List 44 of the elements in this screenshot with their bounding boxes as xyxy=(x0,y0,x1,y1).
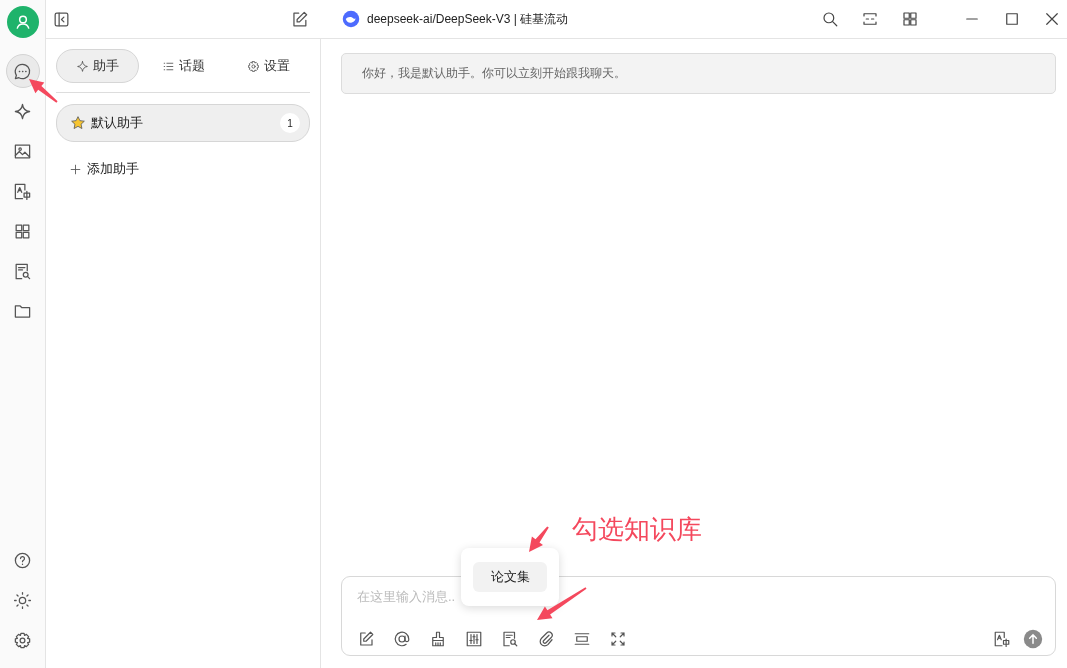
new-chat-icon[interactable] xyxy=(290,9,309,29)
annotation-text: 勾选知识库 xyxy=(572,513,702,546)
document-search-icon xyxy=(13,261,32,281)
annotation-arrow xyxy=(29,79,58,103)
translate-icon[interactable] xyxy=(993,630,1011,648)
annotation-arrow xyxy=(537,587,587,620)
edit-icon[interactable] xyxy=(357,630,375,648)
sparkle-icon xyxy=(13,101,32,121)
greeting-message: 你好，我是默认助手。你可以立刻开始跟我聊天。 xyxy=(341,53,1056,94)
at-icon[interactable] xyxy=(393,630,411,648)
sparkle-icon xyxy=(76,59,89,73)
count-badge: 1 xyxy=(280,113,300,133)
star-icon xyxy=(70,115,86,131)
search-icon[interactable] xyxy=(821,10,839,28)
translate-icon xyxy=(13,181,32,201)
help-icon[interactable] xyxy=(13,550,32,570)
tab[interactable]: 话题 xyxy=(141,49,225,83)
knowledge-base-icon[interactable] xyxy=(501,630,519,648)
grid-icon[interactable] xyxy=(901,10,919,28)
chat-bubble-icon xyxy=(13,61,32,81)
collapse-icon[interactable] xyxy=(573,630,591,648)
tab[interactable]: 助手 xyxy=(56,49,139,83)
paperclip-icon[interactable] xyxy=(537,630,555,648)
settings-icon xyxy=(247,59,260,73)
tab[interactable]: 设置 xyxy=(227,49,310,83)
knowledge-base-option[interactable]: 论文集 xyxy=(473,562,547,592)
fit-screen-icon[interactable] xyxy=(861,10,879,28)
settings-icon[interactable] xyxy=(13,630,32,650)
annotation-arrow xyxy=(529,526,549,552)
expand-icon[interactable] xyxy=(609,630,627,648)
maximize-icon[interactable] xyxy=(1003,10,1021,28)
close-icon[interactable] xyxy=(1043,10,1061,28)
chat-bubble-button[interactable] xyxy=(5,54,40,88)
send-button[interactable] xyxy=(1023,629,1043,649)
model-logo-icon xyxy=(342,10,360,28)
avatar-icon[interactable] xyxy=(6,6,39,38)
assistant-item[interactable]: 默认助手 1 xyxy=(56,104,310,142)
model-title[interactable]: deepseek-ai/DeepSeek-V3 | 硅基流动 xyxy=(367,10,569,28)
broom-icon[interactable] xyxy=(429,630,447,648)
assistant-name: 默认助手 xyxy=(91,114,144,132)
sliders-icon[interactable] xyxy=(465,630,483,648)
plus-icon xyxy=(69,162,82,176)
sun-icon[interactable] xyxy=(13,590,32,610)
add-assistant-button[interactable]: 添加助手 xyxy=(56,156,310,182)
